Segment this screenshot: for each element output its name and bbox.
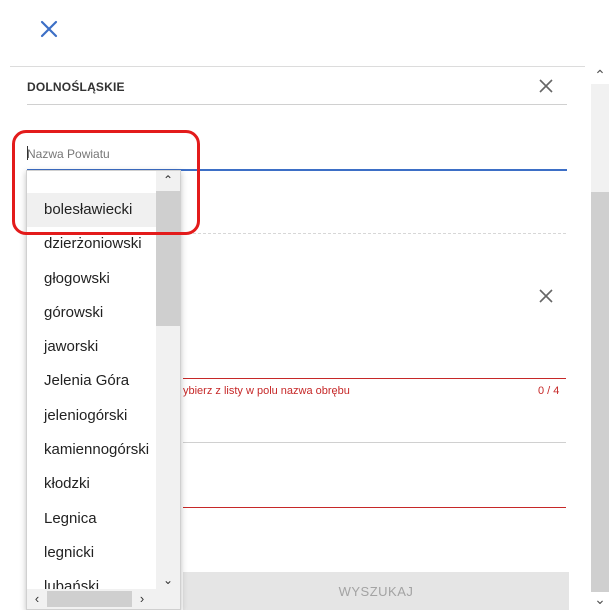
powiat-option[interactable]: Jelenia Góra xyxy=(27,364,157,398)
field-divider xyxy=(183,233,566,234)
powiat-option[interactable]: jaworski xyxy=(27,330,157,364)
powiat-option[interactable]: głogowski xyxy=(27,262,157,296)
chevron-down-icon[interactable]: ⌄ xyxy=(160,573,176,587)
search-button[interactable]: WYSZUKAJ xyxy=(183,572,569,610)
annotation-highlight xyxy=(12,130,200,235)
chevron-right-icon[interactable]: › xyxy=(135,591,149,607)
close-icon[interactable] xyxy=(38,18,60,40)
panel-divider xyxy=(10,66,585,67)
clear-wojewodztwo-icon[interactable] xyxy=(536,76,556,96)
powiat-option[interactable]: jeleniogórski xyxy=(27,399,157,433)
field-underline xyxy=(183,442,566,443)
clear-field-icon[interactable] xyxy=(536,286,556,306)
powiat-option[interactable]: kamiennogórski xyxy=(27,433,157,467)
scroll-up-icon[interactable]: ⌃ xyxy=(590,68,610,82)
chevron-left-icon[interactable]: ‹ xyxy=(30,591,44,607)
wojewodztwo-underline xyxy=(27,104,567,105)
obreb-error-text: ybierz z listy w polu nazwa obrębu xyxy=(183,385,350,397)
main-scrollbar-thumb[interactable] xyxy=(591,192,609,592)
dropdown-horizontal-scrollbar[interactable]: ‹ › xyxy=(27,589,180,609)
horizontal-scrollbar-thumb[interactable] xyxy=(47,591,132,607)
obreb-counter: 0 / 4 xyxy=(538,385,560,397)
powiat-option[interactable]: górowski xyxy=(27,296,157,330)
powiat-option[interactable]: kłodzki xyxy=(27,467,157,501)
field-underline-error xyxy=(183,507,566,508)
scroll-down-icon[interactable]: ⌄ xyxy=(590,592,610,606)
obreb-underline-error xyxy=(183,378,566,379)
powiat-option[interactable]: Legnica xyxy=(27,502,157,536)
powiat-options-list: bolesławiecki dzierżoniowski głogowski góro… xyxy=(27,193,157,605)
powiat-dropdown[interactable]: bolesławiecki dzierżoniowski głogowski góro… xyxy=(26,170,181,610)
wojewodztwo-value[interactable]: DOLNOŚLĄSKIE xyxy=(27,80,125,94)
powiat-option[interactable]: legnicki xyxy=(27,536,157,570)
